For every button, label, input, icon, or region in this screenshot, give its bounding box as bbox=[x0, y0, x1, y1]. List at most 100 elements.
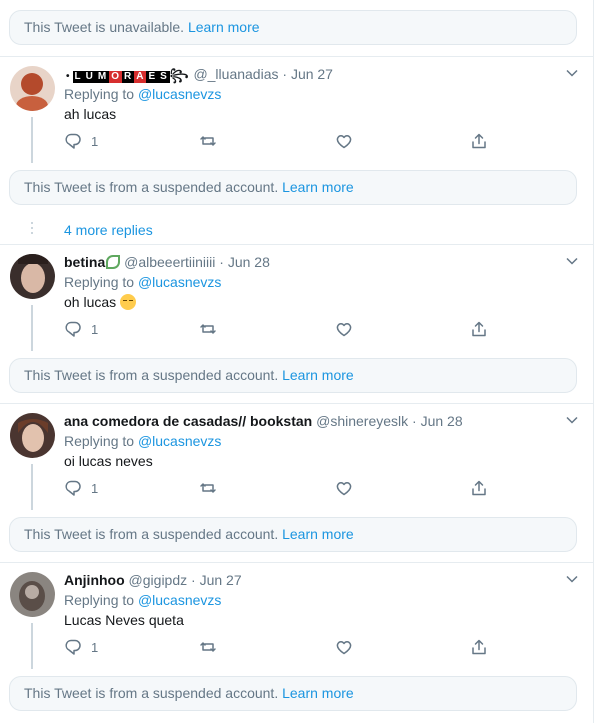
notice-text: This Tweet is from a suspended account. bbox=[24, 526, 279, 542]
thread-line bbox=[31, 623, 33, 669]
reply-button[interactable]: 1 bbox=[64, 132, 98, 150]
reply-button[interactable]: 1 bbox=[64, 638, 98, 656]
tweet-text: ah lucas bbox=[64, 106, 117, 122]
replying-to: Replying to @lucasnevzs bbox=[64, 274, 221, 290]
replying-to: Replying to @lucasnevzs bbox=[64, 86, 221, 102]
tweet-header: Anjinhoo @gigipdz · Jun 27 bbox=[64, 572, 242, 588]
learn-more-link[interactable]: Learn more bbox=[282, 685, 354, 701]
reply-button[interactable]: 1 bbox=[64, 320, 98, 338]
replying-label: Replying to bbox=[64, 592, 135, 608]
learn-more-link[interactable]: Learn more bbox=[282, 179, 354, 195]
avatar[interactable] bbox=[10, 413, 55, 458]
share-button[interactable] bbox=[470, 638, 488, 656]
thread-line bbox=[31, 464, 33, 510]
learn-more-link[interactable]: Learn more bbox=[188, 19, 260, 35]
replying-to: Replying to @lucasnevzs bbox=[64, 433, 221, 449]
leaf-emoji-icon bbox=[106, 255, 121, 269]
reply-count: 1 bbox=[91, 133, 99, 149]
reply-icon bbox=[65, 321, 81, 337]
reply-icon bbox=[65, 639, 81, 655]
more-replies-dots bbox=[31, 222, 33, 237]
tweet-actions: 1 bbox=[64, 479, 504, 499]
heart-icon bbox=[336, 322, 352, 337]
retweet-button[interactable] bbox=[199, 638, 217, 656]
learn-more-link[interactable]: Learn more bbox=[282, 526, 354, 542]
mention-link[interactable]: @lucasnevzs bbox=[138, 433, 221, 449]
chevron-down-icon[interactable] bbox=[565, 66, 579, 80]
tweet-header: betina @albeeertiiniiii · Jun 28 bbox=[64, 254, 270, 270]
reply-count: 1 bbox=[91, 321, 99, 337]
like-button[interactable] bbox=[335, 638, 353, 656]
share-icon bbox=[472, 480, 486, 496]
tweet-date[interactable]: Jun 27 bbox=[291, 66, 333, 82]
mention-link[interactable]: @lucasnevzs bbox=[138, 86, 221, 102]
user-handle[interactable]: @albeeertiiniiii bbox=[124, 254, 215, 270]
tweet[interactable]: ana comedora de casadas// bookstan @shin… bbox=[0, 404, 593, 510]
tweet[interactable]: • L U M O R A E S ꧂ @_lluanadias · Jun 27 Replyin… bbox=[0, 57, 593, 163]
replying-to: Replying to @lucasnevzs bbox=[64, 592, 221, 608]
retweet-button[interactable] bbox=[199, 479, 217, 497]
share-button[interactable] bbox=[470, 132, 488, 150]
replying-label: Replying to bbox=[64, 433, 135, 449]
reply-icon bbox=[65, 480, 81, 496]
tweet-actions: 1 bbox=[64, 132, 504, 152]
user-handle[interactable]: @gigipdz bbox=[129, 572, 188, 588]
heart-icon bbox=[336, 640, 352, 655]
retweet-icon bbox=[200, 324, 216, 334]
mention-link[interactable]: @lucasnevzs bbox=[138, 592, 221, 608]
chevron-down-icon[interactable] bbox=[565, 572, 579, 586]
more-replies-link[interactable]: 4 more replies bbox=[64, 222, 153, 238]
reply-button[interactable]: 1 bbox=[64, 479, 98, 497]
suspended-notice: This Tweet is from a suspended account. … bbox=[9, 517, 577, 552]
avatar[interactable] bbox=[10, 572, 55, 617]
share-icon bbox=[472, 133, 486, 149]
tweet[interactable]: Anjinhoo @gigipdz · Jun 27 Replying to @… bbox=[0, 563, 593, 669]
notice-text: This Tweet is from a suspended account. bbox=[24, 685, 279, 701]
like-button[interactable] bbox=[335, 479, 353, 497]
chevron-down-icon[interactable] bbox=[565, 254, 579, 268]
retweet-icon bbox=[200, 642, 216, 652]
dot-separator: · bbox=[282, 66, 288, 82]
like-button[interactable] bbox=[335, 320, 353, 338]
tweet-date[interactable]: Jun 28 bbox=[421, 413, 463, 429]
chevron-down-icon[interactable] bbox=[565, 413, 579, 427]
avatar[interactable] bbox=[10, 254, 55, 299]
heart-icon bbox=[336, 481, 352, 496]
reply-count: 1 bbox=[91, 480, 99, 496]
retweet-button[interactable] bbox=[199, 320, 217, 338]
share-button[interactable] bbox=[470, 479, 488, 497]
share-button[interactable] bbox=[470, 320, 488, 338]
learn-more-link[interactable]: Learn more bbox=[282, 367, 354, 383]
display-name[interactable]: Anjinhoo bbox=[64, 572, 125, 588]
reply-count: 1 bbox=[91, 639, 99, 655]
display-name[interactable]: ana comedora de casadas// bookstan bbox=[64, 413, 312, 429]
heart-icon bbox=[336, 134, 352, 149]
suspended-notice: This Tweet is from a suspended account. … bbox=[9, 676, 577, 711]
tweet-text: Lucas Neves queta bbox=[64, 612, 184, 628]
mention-link[interactable]: @lucasnevzs bbox=[138, 274, 221, 290]
dot-separator: · bbox=[412, 413, 417, 429]
tweet-text-wrap: oh lucas bbox=[64, 294, 137, 310]
replying-label: Replying to bbox=[64, 86, 135, 102]
thread-line bbox=[31, 305, 33, 351]
notice-text: This Tweet is from a suspended account. bbox=[24, 367, 279, 383]
retweet-button[interactable] bbox=[199, 132, 217, 150]
tweet-header: ana comedora de casadas// bookstan @shin… bbox=[64, 413, 463, 429]
tweet-actions: 1 bbox=[64, 638, 504, 658]
like-button[interactable] bbox=[335, 132, 353, 150]
avatar[interactable] bbox=[10, 66, 55, 111]
user-handle[interactable]: @_lluanadias bbox=[193, 66, 278, 82]
share-icon bbox=[472, 321, 486, 337]
user-handle[interactable]: @shinereyeslk bbox=[316, 413, 408, 429]
relieved-face-emoji-icon bbox=[120, 294, 137, 310]
thread-line bbox=[31, 117, 33, 163]
dot-separator: · bbox=[219, 254, 224, 270]
tweet-text: oh lucas bbox=[64, 294, 117, 310]
tweet-date[interactable]: Jun 28 bbox=[228, 254, 270, 270]
unavailable-notice: This Tweet is unavailable. Learn more bbox=[9, 10, 577, 45]
tweet-date[interactable]: Jun 27 bbox=[200, 572, 242, 588]
suspended-notice: This Tweet is from a suspended account. … bbox=[9, 358, 577, 393]
tweet[interactable]: betina @albeeertiiniiii · Jun 28 Replyin… bbox=[0, 245, 593, 351]
display-name[interactable]: betina bbox=[64, 254, 105, 270]
retweet-icon bbox=[200, 483, 216, 493]
